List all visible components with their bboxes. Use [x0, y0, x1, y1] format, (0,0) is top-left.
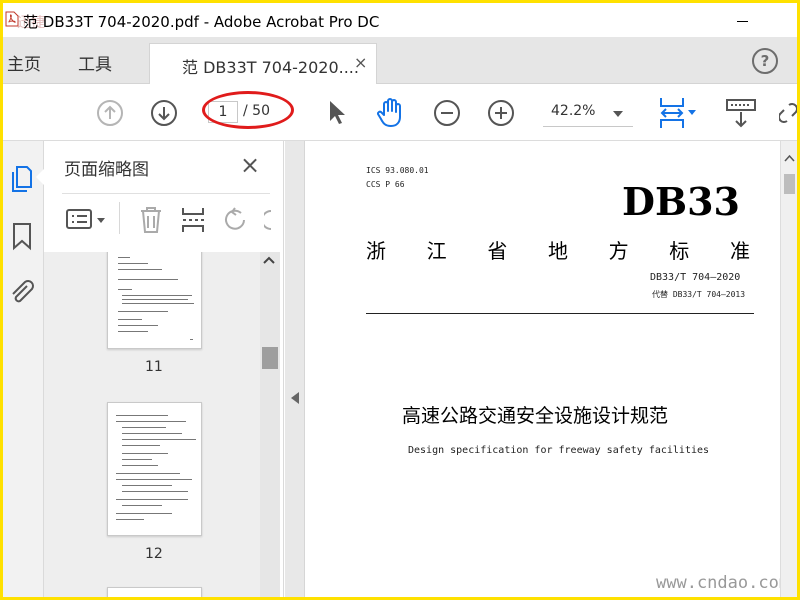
document-title-en: Design specification for freeway safety … [408, 445, 710, 456]
window-title: 范 DB33T 704-2020.pdf - Adobe Acrobat Pro… [23, 13, 380, 31]
help-button[interactable]: ? [752, 48, 778, 74]
document-title-cn: 高速公路交通安全设施设计规范 [402, 405, 669, 427]
close-panel-icon[interactable]: × [240, 151, 260, 179]
thumbnail-options-button[interactable] [66, 208, 110, 236]
standard-number: DB33/T 704—2020 [650, 272, 741, 283]
rotate-right-icon [261, 210, 272, 230]
trash-icon [141, 207, 161, 233]
link-icon[interactable] [779, 101, 797, 125]
standard-type-char: 省 [487, 239, 508, 263]
attachments-icon [12, 280, 34, 303]
extract-pages-button[interactable] [180, 206, 206, 238]
document-scrollbar[interactable] [780, 141, 797, 597]
annotation-highlight-ellipse [202, 91, 294, 129]
replaces-standard: 代替 DB33/T 704—2013 [652, 290, 746, 299]
ics-code: ICS 93.080.01 [366, 166, 429, 175]
thumbnail-page-12[interactable] [107, 402, 202, 536]
scrollbar-thumb[interactable] [262, 347, 278, 369]
ccs-code: CCS P 66 [366, 180, 405, 189]
rotate-icon [225, 207, 245, 230]
thumbnail-page-number: 12 [145, 546, 163, 562]
close-tab-icon[interactable]: × [354, 53, 367, 72]
header-rule [366, 313, 754, 314]
standard-type-char: 江 [426, 239, 447, 263]
standard-type-char: 标 [669, 239, 690, 263]
thumbnail-toolbar [62, 193, 272, 243]
tab-tools[interactable]: 工具 [78, 50, 112, 75]
standard-type: 浙 江 省 地 方 标 准 [366, 235, 750, 264]
thumbnail-page-13[interactable] [107, 587, 202, 597]
title-bar: 迅捷 范 DB33T 704-2020.pdf - Adobe Acrobat … [3, 3, 797, 37]
active-panel-pointer [36, 169, 44, 185]
thumbnail-page-11[interactable] [107, 252, 202, 349]
page-thumbnails-icon [12, 166, 32, 192]
site-watermark: www.cndao.com [656, 573, 790, 593]
panel-splitter[interactable] [285, 141, 305, 597]
thumbnail-scrollbar[interactable] [260, 252, 280, 597]
zoom-in-icon[interactable] [487, 99, 515, 127]
standard-type-char: 方 [608, 239, 629, 263]
standard-type-char: 地 [547, 239, 568, 263]
options-menu-icon [66, 209, 105, 229]
standard-type-char: 浙 [366, 239, 386, 263]
standard-code: DB33 [622, 179, 740, 224]
tab-home[interactable]: 主页 [7, 50, 41, 75]
next-page-icon[interactable] [150, 99, 178, 127]
minimize-button[interactable] [728, 10, 758, 30]
chevron-down-icon[interactable] [613, 111, 623, 117]
toolbar: 1 / 50 42.2% [3, 84, 797, 141]
page-split-icon [182, 208, 204, 232]
document-tab-label: 范 DB33T 704-2020.... [182, 58, 359, 77]
download-icon[interactable] [724, 96, 758, 130]
scroll-up-icon[interactable] [784, 154, 795, 162]
toolbar-divider [119, 202, 120, 234]
document-page: ICS 93.080.01 CCS P 66 DB33 浙 江 省 地 方 标 … [306, 141, 789, 597]
thumbnail-page-number: 11 [145, 359, 163, 375]
zoom-out-icon[interactable] [433, 99, 461, 127]
acrobat-window: 迅捷 范 DB33T 704-2020.pdf - Adobe Acrobat … [3, 3, 797, 597]
rotate-page-button[interactable] [222, 206, 250, 238]
collapse-panel-icon[interactable] [291, 392, 299, 404]
attachments-button[interactable] [7, 277, 37, 311]
delete-pages-button[interactable] [138, 206, 164, 238]
panel-title: 页面缩略图 [64, 160, 149, 180]
hand-tool-icon[interactable] [375, 96, 407, 128]
rotate-more-button[interactable] [261, 206, 272, 238]
bookmarks-icon [13, 223, 31, 251]
thumbnail-list: 11 12 [44, 252, 260, 597]
select-cursor-icon[interactable] [325, 98, 347, 126]
tab-document[interactable]: 范 DB33T 704-2020.... × [149, 43, 377, 84]
prev-page-icon[interactable] [96, 99, 124, 127]
scrollbar-thumb[interactable] [784, 174, 795, 194]
fit-page-icon[interactable] [657, 96, 701, 130]
left-rail [3, 141, 44, 597]
thumbnail-panel: 页面缩略图 × 11 12 [44, 141, 284, 597]
bookmarks-button[interactable] [10, 221, 34, 255]
tab-bar: 主页 工具 范 DB33T 704-2020.... × ? [3, 37, 797, 84]
scroll-up-icon[interactable] [263, 256, 275, 264]
standard-type-char: 准 [729, 239, 750, 263]
